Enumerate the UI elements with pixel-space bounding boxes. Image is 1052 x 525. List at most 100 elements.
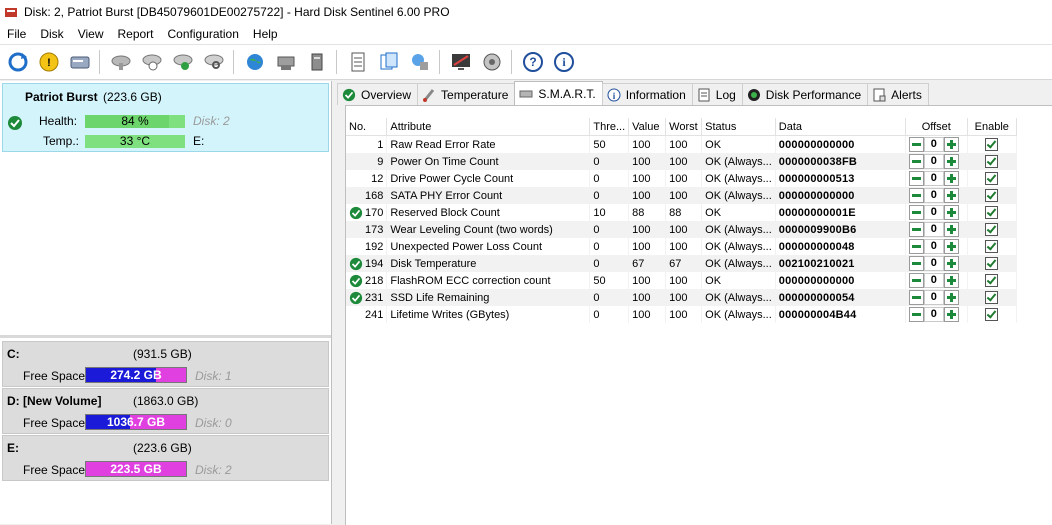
drive-tool-4-button[interactable] (201, 49, 227, 75)
offset-increase-button[interactable] (943, 222, 959, 237)
drive-tool-3-button[interactable] (170, 49, 196, 75)
offset-increase-button[interactable] (943, 290, 959, 305)
offset-value[interactable]: 0 (923, 154, 944, 169)
monitor-button[interactable] (448, 49, 474, 75)
offset-increase-button[interactable] (943, 256, 959, 271)
tab-information[interactable]: i Information (601, 83, 693, 105)
enable-checkbox[interactable] (985, 274, 999, 287)
offset-decrease-button[interactable] (908, 273, 924, 288)
offset-decrease-button[interactable] (908, 171, 924, 186)
table-row[interactable]: 1 Raw Read Error Rate 50 100 100 OK 0000000000… (346, 135, 1017, 153)
offset-decrease-button[interactable] (908, 307, 924, 322)
volume-c[interactable]: C: (931.5 GB) Free Space 274.2 GB Disk: … (2, 341, 329, 387)
offset-value[interactable]: 0 (923, 137, 944, 152)
about-button[interactable]: i (551, 49, 577, 75)
offset-decrease-button[interactable] (908, 222, 924, 237)
alert-status-button[interactable]: ! (36, 49, 62, 75)
offset-decrease-button[interactable] (908, 290, 924, 305)
offset-value[interactable]: 0 (923, 273, 944, 288)
help-button[interactable]: ? (520, 49, 546, 75)
enable-checkbox[interactable] (985, 308, 999, 321)
menu-file[interactable]: File (0, 27, 33, 41)
offset-value[interactable]: 0 (923, 205, 944, 220)
offset-increase-button[interactable] (943, 137, 959, 152)
panel-splitter[interactable] (0, 335, 331, 338)
refresh-button[interactable] (5, 49, 31, 75)
disk-info-button[interactable] (67, 49, 93, 75)
web-button[interactable] (242, 49, 268, 75)
offset-value[interactable]: 0 (923, 290, 944, 305)
offset-decrease-button[interactable] (908, 188, 924, 203)
menu-view[interactable]: View (71, 27, 111, 41)
offset-decrease-button[interactable] (908, 205, 924, 220)
table-row[interactable]: 12 Drive Power Cycle Count 0 100 100 OK (Alwa… (346, 170, 1017, 187)
tab-smart[interactable]: S.M.A.R.T. (514, 81, 603, 105)
tab-disk-performance[interactable]: Disk Performance (741, 83, 869, 105)
network-drive-button[interactable] (273, 49, 299, 75)
table-row[interactable]: 170 Reserved Block Count 10 88 88 OK 000000000… (346, 204, 1017, 221)
send-report-button[interactable] (407, 49, 433, 75)
col-attribute[interactable]: Attribute (386, 118, 591, 136)
col-enable[interactable]: Enable (967, 118, 1017, 136)
offset-increase-button[interactable] (943, 239, 959, 254)
enable-checkbox[interactable] (985, 257, 999, 270)
tab-temperature[interactable]: Temperature (417, 83, 516, 105)
table-row[interactable]: 194 Disk Temperature 0 67 67 OK (Always... 002… (346, 255, 1017, 272)
menu-help[interactable]: Help (246, 27, 285, 41)
enable-checkbox[interactable] (985, 291, 999, 304)
tab-alerts[interactable]: Alerts (867, 83, 929, 105)
menu-report[interactable]: Report (110, 27, 160, 41)
tab-log[interactable]: Log (691, 83, 743, 105)
table-row[interactable]: 168 SATA PHY Error Count 0 100 100 OK (Always… (346, 187, 1017, 204)
volume-d[interactable]: D: [New Volume] (1863.0 GB) Free Space 1… (2, 388, 329, 434)
report-button[interactable] (345, 49, 371, 75)
offset-decrease-button[interactable] (908, 256, 924, 271)
drive-tool-2-button[interactable] (139, 49, 165, 75)
col-threshold[interactable]: Thre... (589, 118, 630, 136)
disk-card-selected[interactable]: Patriot Burst (223.6 GB) Health: 84 % Di… (2, 83, 329, 152)
col-value[interactable]: Value (628, 118, 667, 136)
offset-decrease-button[interactable] (908, 137, 924, 152)
table-row[interactable]: 173 Wear Leveling Count (two words) 0 100 10… (346, 221, 1017, 238)
offset-decrease-button[interactable] (908, 154, 924, 169)
cell-worst: 88 (665, 204, 703, 221)
table-row[interactable]: 241 Lifetime Writes (GBytes) 0 100 100 OK (Al… (346, 306, 1017, 323)
offset-increase-button[interactable] (943, 188, 959, 203)
col-no[interactable]: No. (346, 118, 388, 136)
tab-overview[interactable]: Overview (337, 83, 419, 105)
col-data[interactable]: Data (775, 118, 906, 136)
col-offset[interactable]: Offset (905, 118, 968, 136)
offset-value[interactable]: 0 (923, 188, 944, 203)
volume-e[interactable]: E: (223.6 GB) Free Space 223.5 GB Disk: … (2, 435, 329, 481)
enable-checkbox[interactable] (985, 155, 999, 168)
offset-increase-button[interactable] (943, 273, 959, 288)
offset-value[interactable]: 0 (923, 307, 944, 322)
offset-value[interactable]: 0 (923, 222, 944, 237)
enable-checkbox[interactable] (985, 189, 999, 202)
menu-disk[interactable]: Disk (33, 27, 70, 41)
enable-checkbox[interactable] (985, 206, 999, 219)
menu-configuration[interactable]: Configuration (161, 27, 246, 41)
offset-value[interactable]: 0 (923, 239, 944, 254)
table-row[interactable]: 231 SSD Life Remaining 0 100 100 OK (Always..… (346, 289, 1017, 306)
table-row[interactable]: 218 FlashROM ECC correction count 50 100 100… (346, 272, 1017, 289)
offset-increase-button[interactable] (943, 171, 959, 186)
drive-tool-1-button[interactable] (108, 49, 134, 75)
table-row[interactable]: 9 Power On Time Count 0 100 100 OK (Always...… (346, 153, 1017, 170)
enable-checkbox[interactable] (985, 138, 999, 151)
sound-button[interactable] (479, 49, 505, 75)
enable-checkbox[interactable] (985, 172, 999, 185)
offset-value[interactable]: 0 (923, 256, 944, 271)
enable-checkbox[interactable] (985, 240, 999, 253)
col-status[interactable]: Status (701, 118, 776, 136)
enable-checkbox[interactable] (985, 223, 999, 236)
offset-increase-button[interactable] (943, 205, 959, 220)
offset-increase-button[interactable] (943, 307, 959, 322)
offset-decrease-button[interactable] (908, 239, 924, 254)
offset-value[interactable]: 0 (923, 171, 944, 186)
col-worst[interactable]: Worst (665, 118, 703, 136)
external-drive-button[interactable] (304, 49, 330, 75)
copy-report-button[interactable] (376, 49, 402, 75)
offset-increase-button[interactable] (943, 154, 959, 169)
table-row[interactable]: 192 Unexpected Power Loss Count 0 100 100 OK … (346, 238, 1017, 255)
